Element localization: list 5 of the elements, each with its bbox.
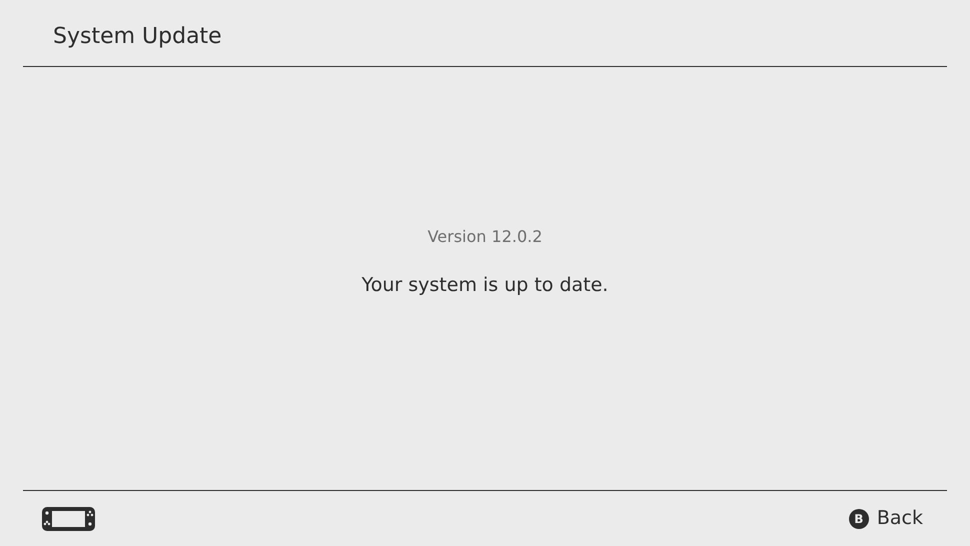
version-text: Version 12.0.2	[428, 226, 542, 248]
handheld-console-icon[interactable]	[42, 506, 95, 530]
back-button[interactable]: B Back	[848, 504, 923, 533]
status-message: Your system is up to date.	[362, 273, 608, 298]
page-title: System Update	[53, 22, 222, 50]
